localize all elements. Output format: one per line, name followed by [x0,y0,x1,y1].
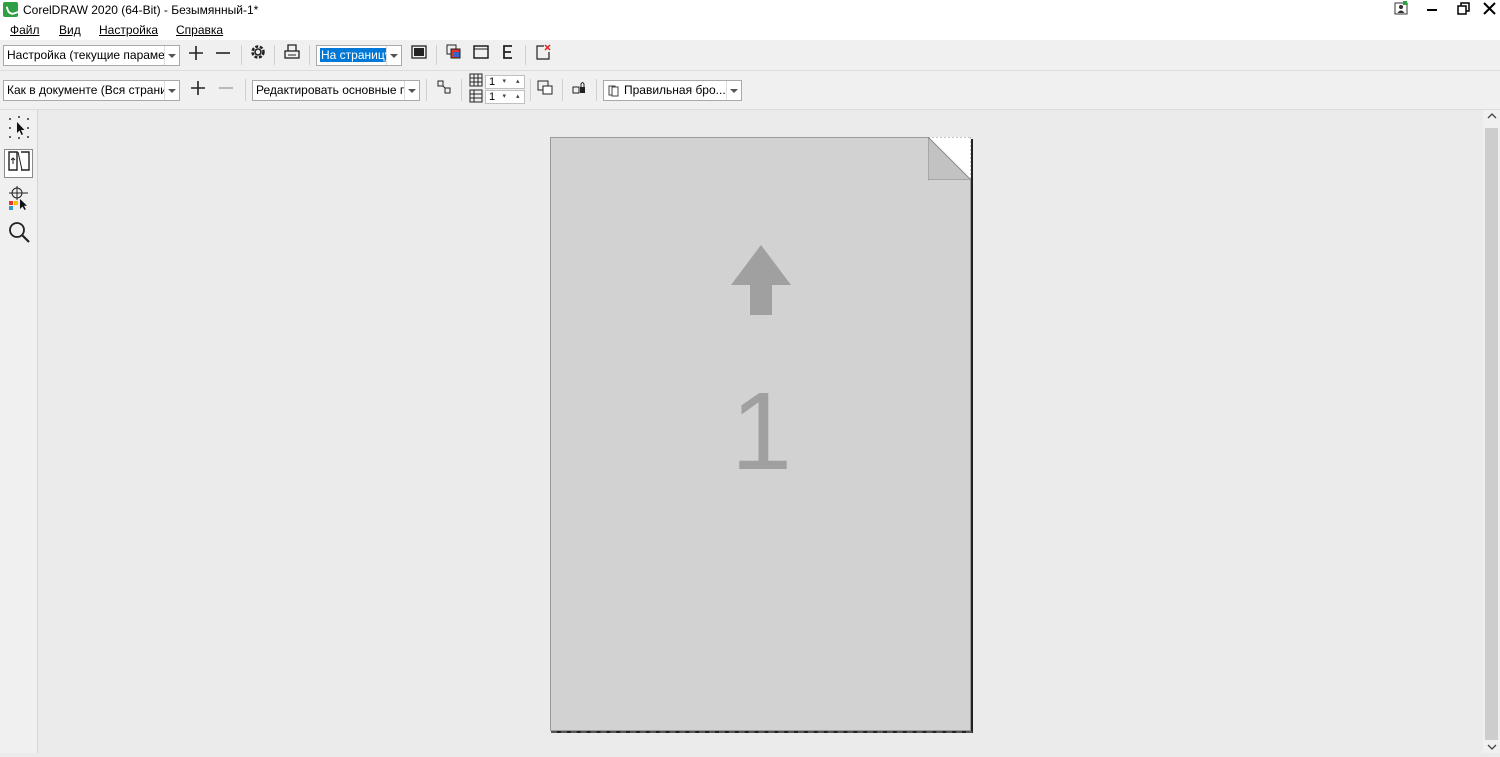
add-preset-button[interactable] [184,43,208,67]
page-corner-icon [928,137,971,180]
remove-preset-button[interactable] [211,43,235,67]
chevron-down-icon [386,46,401,65]
print-preset-value: Настройка (текущие параме... [7,48,175,62]
color-separations-icon[interactable] [442,43,466,67]
separator [309,45,310,65]
print-preview-toolbar: Настройка (текущие параме... На страницу [0,40,1500,71]
page-preview[interactable]: 1 [550,137,972,733]
emulsion-icon[interactable] [496,43,520,67]
scroll-up-icon[interactable] [1483,110,1500,126]
separator [241,45,242,65]
user-icon[interactable] [1386,0,1416,20]
full-screen-preview-icon[interactable] [407,43,431,67]
show-image-icon[interactable] [469,43,493,67]
toolbox [0,110,38,753]
menu-settings[interactable]: Настройка [99,23,158,37]
separator [436,45,437,65]
marks-placement-tool-icon[interactable] [4,185,33,214]
menu-view[interactable]: Вид [59,23,81,37]
cols-value: 1 [489,91,496,103]
rows-stepper[interactable]: 1 ▾ ▴ [485,75,525,89]
stepper-arrows-icon[interactable]: ▾ ▴ [502,76,524,88]
arrow-up-icon [731,245,791,315]
stepper-arrows-icon[interactable]: ▾ ▴ [502,91,524,103]
title-bar: CorelDRAW 2020 (64-Bit) - Безымянный-1* [0,0,1500,20]
preview-canvas[interactable]: 1 [38,110,1483,753]
zoom-dropdown[interactable]: На страницу [316,45,402,66]
chevron-down-icon [164,81,179,100]
minimize-button[interactable] [1417,0,1447,20]
zoom-tool-icon[interactable] [4,219,33,248]
layout-dropdown[interactable]: Редактировать основные п... [252,80,420,101]
rows-value: 1 [489,76,496,88]
window-title: CorelDRAW 2020 (64-Bit) - Безымянный-1* [23,3,259,17]
chevron-down-icon [164,46,179,65]
chevron-down-icon [404,81,419,100]
pages-icon [608,84,620,100]
chevron-down-icon [726,81,741,100]
separator [562,79,563,101]
close-preview-icon[interactable] [531,43,555,67]
lock-layout-icon[interactable] [567,78,591,102]
cols-stepper[interactable]: 1 ▾ ▴ [485,90,525,104]
imposition-value: Правильная бро... [624,83,726,97]
layout-value: Редактировать основные п... [256,83,417,97]
pick-tool-icon[interactable] [4,114,33,143]
property-bar: Как в документе (Вся страни... Редактиро… [0,71,1500,110]
print-icon[interactable] [280,43,304,67]
separator [274,45,275,65]
add-button[interactable] [186,78,210,102]
remove-button[interactable] [214,78,238,102]
separator [461,79,462,101]
print-preset-dropdown[interactable]: Настройка (текущие параме... [3,45,180,66]
coreldraw-logo-icon [3,2,18,17]
menu-bar: Файл Вид Настройка Справка [0,20,1500,40]
print-range-dropdown[interactable]: Как в документе (Вся страни... [3,80,180,101]
menu-file[interactable]: Файл [10,23,40,37]
zoom-value: На страницу [320,48,392,62]
page-number: 1 [730,370,793,493]
gear-icon[interactable] [246,43,270,67]
close-button[interactable] [1474,0,1500,20]
cols-grid-icon [467,88,485,106]
imposition-dropdown[interactable]: Правильная бро... [603,80,742,101]
vertical-scrollbar[interactable] [1483,110,1500,753]
scrollbar-thumb[interactable] [1485,128,1498,740]
page-border-dashed [551,731,972,733]
separator [245,79,246,101]
menu-help[interactable]: Справка [176,23,223,37]
imposition-layout-tool-icon[interactable] [4,149,33,178]
separator [426,79,427,101]
page-arrangement-icon[interactable] [533,78,557,102]
print-range-value: Как в документе (Вся страни... [7,83,177,97]
separator [596,79,597,101]
separator [525,45,526,65]
separator [530,79,531,101]
edit-layout-icon[interactable] [432,78,456,102]
scroll-down-icon[interactable] [1483,741,1500,757]
